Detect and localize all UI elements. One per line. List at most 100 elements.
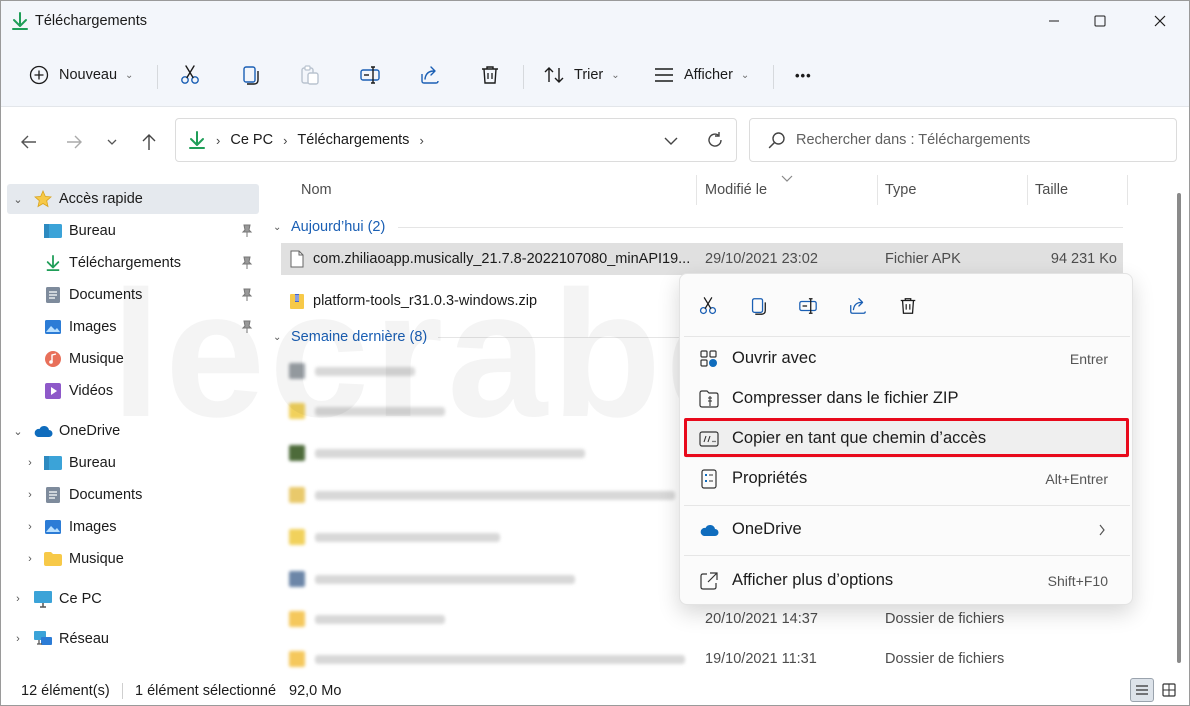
copy-button[interactable] — [239, 59, 261, 91]
group-header-today[interactable]: ⌄ Aujourd’hui (2) — [273, 215, 1123, 239]
sidebar-item-onedrive-pictures[interactable]: › Images — [1, 512, 259, 542]
menu-item-label: Compresser dans le fichier ZIP — [732, 389, 959, 407]
column-divider[interactable] — [696, 175, 697, 205]
sidebar-item-this-pc[interactable]: › Ce PC — [1, 584, 259, 614]
new-button[interactable]: Nouveau ⌄ — [29, 59, 133, 91]
refresh-icon[interactable] — [706, 131, 724, 149]
file-size: 94 231 Ko — [1050, 251, 1117, 267]
sidebar-item-desktop[interactable]: Bureau — [1, 216, 259, 246]
table-row[interactable]: com.zhiliaoapp.musically_21.7.8-20221070… — [281, 243, 1123, 275]
delete-button[interactable] — [479, 59, 501, 91]
share-button[interactable] — [844, 292, 872, 320]
forward-button[interactable] — [61, 129, 87, 155]
group-divider — [398, 227, 1123, 228]
sidebar-item-onedrive-documents[interactable]: › Documents — [1, 480, 259, 510]
new-label: Nouveau — [59, 67, 118, 83]
file-icon — [289, 363, 305, 379]
cut-button[interactable] — [694, 292, 722, 320]
network-icon — [33, 630, 53, 648]
breadcrumb-downloads[interactable]: Téléchargements — [297, 132, 409, 148]
sidebar-item-quick-access[interactable]: ⌄ Accès rapide — [7, 184, 259, 214]
blurred-file-name — [315, 491, 675, 500]
menu-item-show-more-options[interactable]: Afficher plus d’options Shift+F10 — [686, 562, 1128, 600]
delete-button[interactable] — [894, 292, 922, 320]
rename-icon — [799, 298, 817, 314]
column-divider[interactable] — [877, 175, 878, 205]
menu-item-label: Afficher plus d’options — [732, 571, 894, 589]
tiles-view-button[interactable] — [1157, 678, 1181, 702]
back-button[interactable] — [16, 129, 42, 155]
sidebar-item-network[interactable]: › Réseau — [1, 624, 259, 654]
chevron-down-icon: ⌄ — [611, 69, 620, 81]
chevron-right-icon[interactable]: › — [23, 553, 37, 565]
chevron-right-icon[interactable]: › — [11, 633, 25, 645]
address-history-chevron-icon[interactable] — [664, 136, 678, 146]
menu-item-compress-zip[interactable]: Compresser dans le fichier ZIP — [686, 380, 1128, 418]
copy-button[interactable] — [744, 292, 772, 320]
vertical-scrollbar[interactable] — [1175, 181, 1183, 671]
breadcrumb-this-pc[interactable]: Ce PC — [230, 132, 273, 148]
download-arrow-icon — [12, 12, 28, 30]
paste-button[interactable] — [299, 59, 321, 91]
minimize-button[interactable] — [1031, 1, 1077, 41]
chevron-right-icon[interactable]: › — [23, 489, 37, 501]
file-name: platform-tools_r31.0.3-windows.zip — [313, 293, 538, 309]
paste-icon — [301, 65, 319, 85]
up-button[interactable] — [136, 129, 162, 155]
search-input[interactable]: Rechercher dans : Téléchargements — [796, 132, 1030, 148]
menu-item-properties[interactable]: Propriétés Alt+Entrer — [686, 460, 1128, 498]
sidebar-item-onedrive-desktop[interactable]: › Bureau — [1, 448, 259, 478]
sidebar-item-downloads[interactable]: Téléchargements — [1, 248, 259, 278]
sidebar-item-onedrive-music[interactable]: › Musique — [1, 544, 259, 574]
more-options-button[interactable]: ••• — [795, 59, 812, 91]
menu-item-open-with[interactable]: Ouvrir avec Entrer — [686, 340, 1128, 378]
chevron-down-icon: ⌄ — [273, 221, 282, 233]
sidebar-item-music[interactable]: Musique — [1, 344, 259, 374]
chevron-down-icon[interactable]: ⌄ — [11, 425, 25, 438]
share-button[interactable] — [419, 59, 441, 91]
table-row[interactable]: 20/10/2021 14:37 Dossier de fichiers — [281, 603, 1123, 635]
scrollbar-thumb[interactable] — [1177, 193, 1181, 663]
close-button[interactable] — [1137, 1, 1183, 41]
column-header-size[interactable]: Taille — [1035, 173, 1068, 207]
chevron-right-icon[interactable]: › — [11, 593, 25, 605]
rename-button[interactable] — [359, 59, 381, 91]
pin-icon[interactable] — [241, 224, 253, 238]
column-header-name[interactable]: Nom — [301, 173, 332, 207]
recent-locations-button[interactable] — [99, 129, 125, 155]
chevron-down-icon: ⌄ — [273, 331, 282, 343]
share-icon — [850, 298, 866, 314]
column-divider[interactable] — [1127, 175, 1128, 205]
pin-icon[interactable] — [241, 288, 253, 302]
details-view-button[interactable] — [1130, 678, 1154, 702]
search-box[interactable]: Rechercher dans : Téléchargements — [749, 118, 1177, 162]
column-header-modified[interactable]: Modifié le — [705, 173, 767, 207]
sidebar-item-label: Bureau — [69, 455, 116, 471]
column-header-type[interactable]: Type — [885, 173, 916, 207]
file-type: Dossier de fichiers — [885, 651, 1005, 667]
view-button[interactable]: Afficher ⌄ — [653, 59, 749, 91]
item-count: 12 élément(s) — [21, 683, 110, 699]
chevron-right-icon[interactable]: › — [23, 521, 37, 533]
blurred-file-name — [315, 533, 500, 542]
sidebar-item-pictures[interactable]: Images — [1, 312, 259, 342]
rename-button[interactable] — [794, 292, 822, 320]
column-divider[interactable] — [1027, 175, 1028, 205]
sidebar-item-onedrive[interactable]: ⌄ OneDrive — [1, 416, 259, 446]
sort-label: Trier — [574, 67, 604, 83]
address-bar[interactable]: › Ce PC › Téléchargements › — [175, 118, 737, 162]
sidebar-item-videos[interactable]: Vidéos — [1, 376, 259, 406]
pin-icon[interactable] — [241, 256, 253, 270]
maximize-button[interactable] — [1077, 1, 1123, 41]
cut-button[interactable] — [179, 59, 201, 91]
chevron-down-icon: ⌄ — [740, 69, 750, 81]
group-label: Semaine dernière (8) — [291, 329, 428, 345]
chevron-right-icon[interactable]: › — [23, 457, 37, 469]
pin-icon[interactable] — [241, 320, 253, 334]
sidebar-item-documents[interactable]: Documents — [1, 280, 259, 310]
sort-button[interactable]: Trier ⌄ — [543, 59, 620, 91]
chevron-down-icon[interactable]: ⌄ — [11, 193, 25, 206]
arrow-right-icon — [67, 135, 82, 149]
table-row[interactable]: 19/10/2021 11:31 Dossier de fichiers — [281, 643, 1123, 675]
menu-item-onedrive[interactable]: OneDrive — [686, 511, 1128, 549]
